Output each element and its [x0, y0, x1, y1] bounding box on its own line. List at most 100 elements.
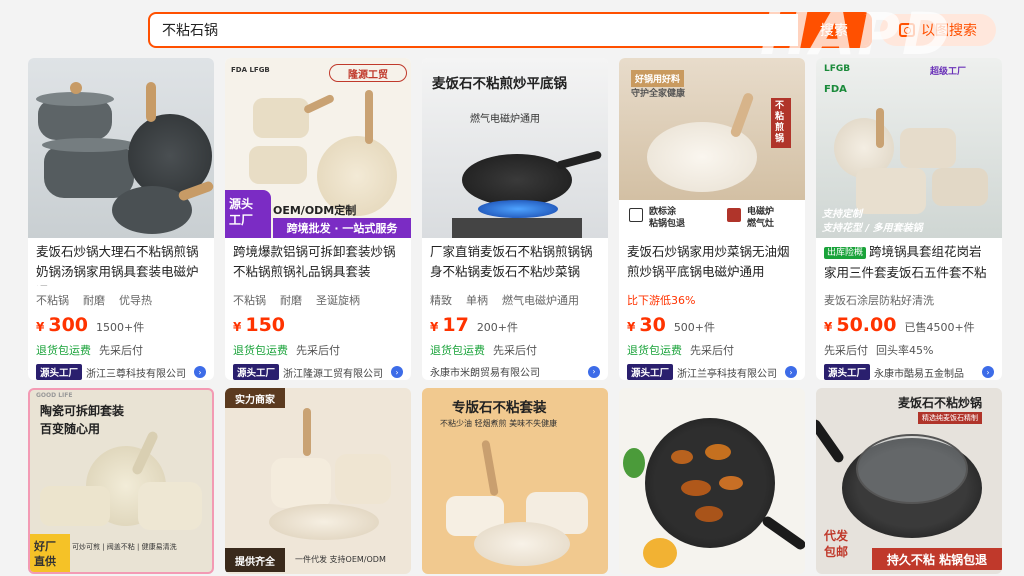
chevron-right-icon[interactable]: ›	[588, 365, 600, 378]
source-factory-badge: 源头工厂	[36, 364, 83, 380]
feature-line: 欧标涂	[649, 207, 677, 217]
source-factory-badge: 源头工厂	[627, 364, 674, 380]
fda-logo: FDA	[824, 84, 847, 95]
chevron-right-icon[interactable]: ›	[982, 366, 994, 378]
banner-text: 持久不粘 粘锅包退	[872, 548, 1002, 570]
corner-line: 好厂	[34, 540, 56, 553]
shop-name[interactable]: 浙江三尊科技有限公司	[86, 365, 186, 380]
hot-badge: 出库险概	[824, 247, 867, 259]
service-return: 退货包运费	[233, 344, 288, 357]
services: 退货包运费 先采后付	[619, 336, 805, 358]
image-headline: 好锅用好料	[631, 70, 685, 87]
image-headline: 麦饭石不粘煎炒平底锅	[432, 76, 567, 92]
feature-line: 电磁炉	[747, 207, 775, 217]
product-title[interactable]: 出库险概跨境锅具套组花岗岩家用三件套麦饭石五件套不粘锅	[816, 238, 1002, 286]
search-button[interactable]: 搜索	[798, 14, 870, 46]
tag: 精致	[430, 294, 452, 307]
shop-row[interactable]: 源头工厂 永康市酷易五金制品 ›	[816, 358, 1002, 380]
banner-text: 可炒可煎 | 阀盖不粘 | 健康易清洗	[72, 543, 177, 551]
product-card[interactable]: 专版石不粘套装 不粘少油 轻烟煮煎 美味不失健康	[422, 388, 608, 574]
product-image[interactable]: FDA LFGB 隆源工贸 OEM/ODM定制 源头 工厂 跨境批发 · 一站式…	[225, 58, 411, 238]
corner-line: 包邮	[824, 545, 849, 559]
product-card[interactable]: LFGB FDA 超级工厂 支持定制 支持花型 / 多用套装锅 出库险概 跨境锅具…	[816, 58, 1002, 380]
product-card[interactable]: GOOD LIFE 陶瓷可拆卸套装 百变随心用 好厂 直供 可炒可煎 | 阀盖不…	[28, 388, 214, 574]
shop-name[interactable]: 浙江兰亭科技有限公司	[677, 365, 777, 380]
services: 先采后付 回头率45%	[816, 336, 1002, 358]
banner-text: 一件代发 支持OEM/ODM	[295, 555, 386, 564]
product-title[interactable]: 麦饭石炒锅大理石不粘锅煎锅奶锅汤锅家用锅具套装电磁炉通用	[28, 238, 214, 286]
shop-row[interactable]: 源头工厂 浙江隆源工贸有限公司 ›	[225, 358, 411, 380]
price-row: ¥ 150	[225, 308, 411, 336]
tag: 燃气电磁炉通用	[502, 294, 579, 307]
shop-name[interactable]: 浙江隆源工贸有限公司	[283, 365, 383, 380]
price: 300	[48, 314, 89, 336]
price-compare-tag: 比下游低36%	[627, 294, 696, 307]
product-image[interactable]: LFGB FDA 超级工厂 支持定制 支持花型 / 多用套装锅	[816, 58, 1002, 238]
image-headline: 陶瓷可拆卸套装 百变随心用	[40, 402, 124, 438]
product-card[interactable]	[619, 388, 805, 574]
shop-row[interactable]: 源头工厂 浙江三尊科技有限公司 ›	[28, 358, 214, 380]
chevron-right-icon[interactable]: ›	[194, 366, 206, 378]
corner-badge: 代发 包邮	[824, 528, 848, 560]
image-subline: 守护全家健康	[631, 89, 686, 99]
tag: 优导热	[119, 294, 152, 307]
shop-name[interactable]: 永康市米朗贸易有限公司	[430, 364, 540, 379]
price-row: ¥ 300 1500+件	[28, 308, 214, 336]
corner-line: 工厂	[229, 213, 254, 227]
image-subline: 燃气电磁炉通用	[470, 114, 540, 125]
product-tags: 麦饭石涂层防粘好清洗	[816, 286, 1002, 308]
product-title[interactable]: 厂家直销麦饭石不粘锅煎锅锅身不粘锅麦饭石不粘炒菜锅	[422, 238, 608, 286]
product-image[interactable]: 麦饭石不粘煎炒平底锅 燃气电磁炉通用	[422, 58, 608, 238]
shop-row[interactable]: 源头工厂 浙江兰亭科技有限公司 ›	[619, 358, 805, 380]
product-tags: 精致 单柄 燃气电磁炉通用	[422, 286, 608, 308]
product-title[interactable]: 麦饭石炒锅家用炒菜锅无油烟煎炒锅平底锅电磁炉通用	[619, 238, 805, 286]
corner-line: 直供	[34, 555, 56, 568]
services: 退货包运费 先采后付	[225, 336, 411, 358]
product-card[interactable]: 实力商家 提供齐全 一件代发 支持OEM/ODM	[225, 388, 411, 574]
tag: 麦饭石涂层防粘好清洗	[824, 294, 934, 307]
product-card[interactable]: FDA LFGB 隆源工贸 OEM/ODM定制 源头 工厂 跨境批发 · 一站式…	[225, 58, 411, 380]
top-bar: 搜索 以图搜索 HAPD	[0, 0, 1024, 68]
tag: 圣诞旋柄	[316, 294, 360, 307]
sold-count: 500+件	[673, 321, 716, 334]
corner-line: 代发	[824, 529, 849, 543]
image-search-button[interactable]: 以图搜索	[880, 14, 996, 46]
service-pay-later: 先采后付	[690, 344, 734, 357]
product-card[interactable]: 麦饭石不粘煎炒平底锅 燃气电磁炉通用 厂家直销麦饭石不粘锅煎锅锅身不粘锅麦饭石不…	[422, 58, 608, 380]
banner-line: 支持花型 / 多用套装锅	[822, 223, 923, 234]
search-box[interactable]: 搜索	[148, 12, 872, 48]
product-card[interactable]: 麦饭石不粘炒锅 精选纯麦饭石精制 代发 包邮 持久不粘 粘锅包退	[816, 388, 1002, 574]
search-input[interactable]	[150, 15, 798, 45]
shop-name[interactable]: 永康市酷易五金制品	[874, 365, 964, 380]
product-card[interactable]: 麦饭石炒锅大理石不粘锅煎锅奶锅汤锅家用锅具套装电磁炉通用 不粘锅 耐磨 优导热 …	[28, 58, 214, 380]
product-card[interactable]: 好锅用好料 守护全家健康 不粘煎锅 欧标涂 粘锅包退 电磁炉 燃气灶 麦饭石炒锅…	[619, 58, 805, 380]
price: 50.00	[836, 314, 897, 336]
shop-row[interactable]: 永康市米朗贸易有限公司 ›	[422, 358, 608, 379]
service-return: 退货包运费	[36, 344, 91, 357]
feature-2: 电磁炉 燃气灶	[747, 206, 774, 230]
service-pay-later: 先采后付	[493, 344, 537, 357]
headline-line: 陶瓷可拆卸套装	[40, 404, 125, 418]
feature-1: 欧标涂 粘锅包退	[649, 206, 685, 230]
product-title[interactable]: 跨境爆款铝锅可拆卸套装炒锅不粘锅煎锅礼品锅具套装	[225, 238, 411, 286]
tag: 耐磨	[280, 294, 302, 307]
price-row: ¥ 30 500+件	[619, 308, 805, 336]
image-headline: 专版石不粘套装	[452, 400, 547, 416]
service-return: 退货包运费	[627, 344, 682, 357]
product-tags: 比下游低36%	[619, 286, 805, 308]
price-row: ¥ 17 200+件	[422, 308, 608, 336]
product-image[interactable]	[28, 58, 214, 238]
price: 150	[245, 314, 286, 336]
cert-logos: FDA LFGB	[231, 66, 270, 74]
source-factory-badge: 源头工厂	[233, 364, 280, 380]
service-pay-later: 先采后付	[296, 344, 340, 357]
product-tags: 不粘锅 耐磨 圣诞旋柄	[225, 286, 411, 308]
side-label: 不粘煎锅	[771, 98, 791, 148]
image-headline: 麦饭石不粘炒锅	[898, 396, 983, 410]
chevron-right-icon[interactable]: ›	[391, 366, 403, 378]
image-subline: 不粘少油 轻烟煮煎 美味不失健康	[440, 419, 558, 428]
chevron-right-icon[interactable]: ›	[785, 366, 797, 378]
product-image[interactable]: 好锅用好料 守护全家健康 不粘煎锅 欧标涂 粘锅包退 电磁炉 燃气灶	[619, 58, 805, 238]
tag: 单柄	[466, 294, 488, 307]
cert-logo: LFGB	[824, 64, 851, 74]
